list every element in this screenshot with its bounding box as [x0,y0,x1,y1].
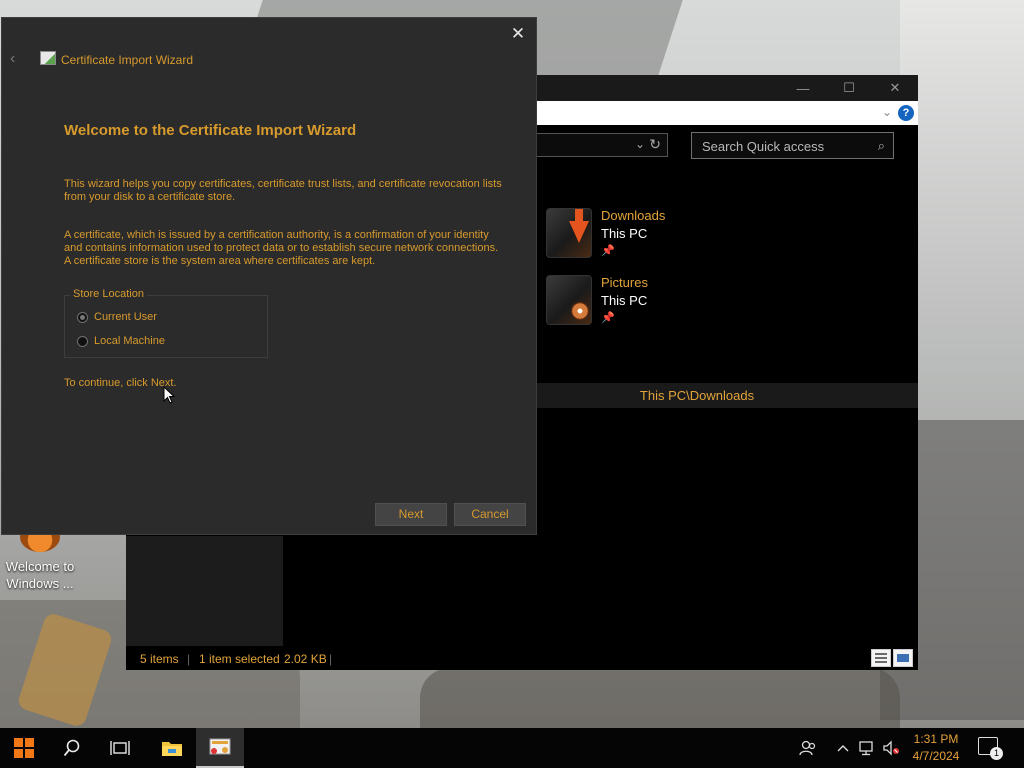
status-bar: 5 items | 1 item selected 2.02 KB | [126,647,918,670]
radio-current-user[interactable]: Current User [77,309,157,325]
expand-ribbon-chevron-icon[interactable]: ⌄ [882,105,892,119]
quick-access-item-downloads[interactable]: Downloads This PC 📌 [546,208,846,268]
dialog-title: Certificate Import Wizard [61,53,194,67]
selection-count: 1 item selected [199,652,280,666]
refresh-icon[interactable]: ↻ [649,136,661,153]
large-icons-view-icon[interactable] [893,649,913,667]
radio-button-selected[interactable] [77,311,88,323]
people-icon[interactable] [796,728,820,768]
task-view-icon [110,741,130,755]
close-button[interactable]: ✕ [872,75,918,101]
search-input[interactable]: Search Quick access ⌕ [691,132,894,159]
maximize-icon: ☐ [843,80,855,95]
back-arrow-icon[interactable]: ‹ [10,50,15,68]
store-location-group: Store Location Current User Local Machin… [64,288,268,358]
quick-access-item-name: Downloads [601,208,666,223]
navigation-pane [126,536,283,646]
wizard-heading: Welcome to the Certificate Import Wizard [64,122,357,139]
radio-local-machine[interactable]: Local Machine [77,333,165,349]
close-button[interactable]: ✕ [508,24,528,44]
search-icon [63,739,80,757]
continue-instruction: To continue, click Next. [64,377,177,389]
notification-count-badge: 1 [990,747,1003,760]
status-separator: | [329,652,333,666]
radio-button[interactable] [77,335,88,347]
pin-icon: 📌 [601,312,615,324]
desktop-icon-label: Welcome to Windows ... [5,559,75,591]
pictures-folder-icon [546,275,592,325]
certificate-wizard-taskbar-button[interactable] [196,728,244,768]
close-icon: ✕ [889,80,901,95]
file-explorer-icon [162,742,182,756]
search-button[interactable] [48,728,96,768]
task-view-button[interactable] [96,728,144,768]
certificate-icon [40,51,56,65]
next-button[interactable]: Next [375,503,447,526]
network-icon[interactable] [857,728,877,768]
minimize-button[interactable]: — [780,75,826,101]
certificate-import-wizard-dialog: ✕ ‹ Certificate Import Wizard Welcome to… [1,17,537,535]
close-icon: ✕ [510,24,526,43]
pin-icon: 📌 [601,245,615,257]
action-center-icon[interactable]: 1 [978,737,1003,760]
radio-label: Current User [94,311,157,323]
cancel-button[interactable]: Cancel [454,503,526,526]
clock-date: 4/7/2024 [912,749,960,763]
windows-logo-icon [14,738,34,758]
start-button[interactable] [0,728,48,768]
wallpaper-shape [420,668,900,728]
status-separator: | [187,652,191,666]
show-hidden-icons-chevron-icon[interactable] [834,728,852,768]
radio-label: Local Machine [94,335,165,347]
clock-time: 1:31 PM [913,732,959,746]
search-placeholder: Search Quick access [702,139,825,154]
details-view-icon[interactable] [871,649,891,667]
quick-access-item-pictures[interactable]: Pictures This PC 📌 [546,275,846,335]
search-icon[interactable]: ⌕ [878,138,885,154]
help-icon[interactable]: ? [898,105,914,121]
taskbar-clock[interactable]: 1:31 PM 4/7/2024 [898,731,974,765]
downloads-folder-icon [546,208,592,258]
certificate-icon [209,738,231,755]
maximize-button[interactable]: ☐ [826,75,872,101]
quick-access-item-name: Pictures [601,275,648,290]
wizard-description: This wizard helps you copy certificates,… [64,178,502,203]
address-dropdown-chevron-icon[interactable]: ⌄ [635,137,645,151]
certificate-explanation: A certificate, which is issued by a cert… [64,229,499,267]
minimize-icon: — [796,80,810,96]
file-explorer-taskbar-button[interactable] [148,728,196,768]
item-count: 5 items [140,652,179,666]
selection-size: 2.02 KB [284,652,327,666]
store-location-label: Store Location [70,288,147,300]
wallpaper-shape [900,0,1024,330]
quick-access-item-location: This PC [601,293,648,308]
taskbar: 1:31 PM 4/7/2024 1 [0,728,1024,768]
quick-access-item-location: This PC [601,226,648,241]
